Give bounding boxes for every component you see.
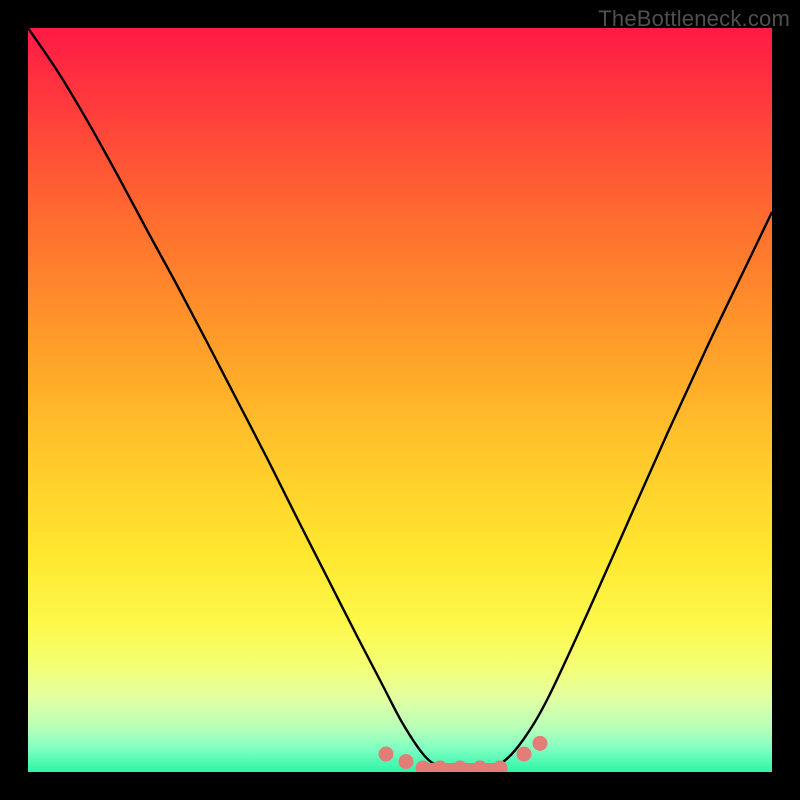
gradient-background: [28, 28, 772, 772]
plot-area: [28, 28, 772, 772]
flat-marker-dot: [379, 747, 394, 762]
bottleneck-chart: [28, 28, 772, 772]
flat-marker-dot: [533, 736, 548, 751]
outer-frame: TheBottleneck.com: [0, 0, 800, 800]
flat-marker-dot: [517, 747, 532, 762]
flat-marker-dot: [399, 754, 414, 769]
watermark-text: TheBottleneck.com: [598, 6, 790, 32]
